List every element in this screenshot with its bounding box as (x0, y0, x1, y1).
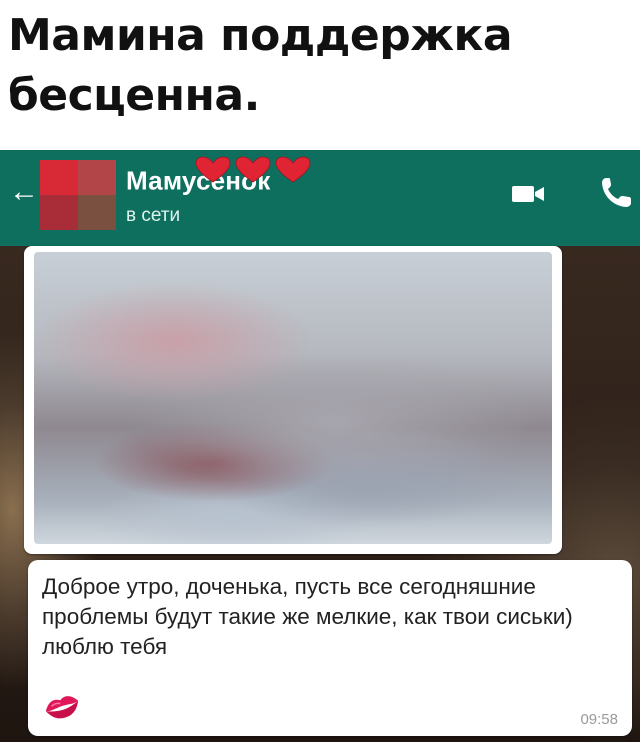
video-call-icon[interactable] (508, 180, 548, 208)
image-message-bubble[interactable] (24, 246, 562, 554)
contact-status: в сети (126, 205, 181, 226)
meme-caption: Мамина поддержка бесценна. (8, 10, 513, 121)
contact-avatar[interactable] (40, 160, 116, 230)
message-timestamp: 09:58 (580, 711, 618, 728)
hearts-icon (195, 156, 311, 183)
chat-header: ← Мамусенок в сети (0, 150, 640, 246)
blurred-photo[interactable] (34, 252, 552, 544)
text-message-bubble[interactable]: Доброе утро, доченька, пусть все сегодня… (28, 560, 632, 736)
kiss-lips-icon (45, 696, 79, 719)
chat-screen: ← Мамусенок в сети Доброе утро, доченька… (0, 150, 640, 742)
voice-call-icon[interactable] (598, 175, 634, 211)
message-text: Доброе утро, доченька, пусть все сегодня… (42, 574, 573, 659)
back-arrow-icon[interactable]: ← (6, 174, 42, 210)
